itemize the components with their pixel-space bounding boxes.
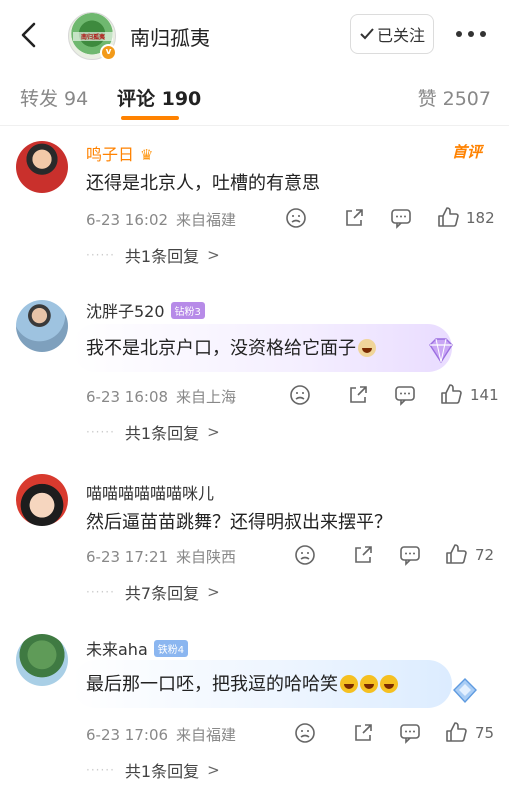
like-count: 182 [466,209,495,227]
thumbs-up-icon[interactable] [440,383,462,405]
commenter-avatar[interactable] [16,141,68,193]
reply-link[interactable]: ······ 共1条回复 > [86,243,220,267]
laugh-emoji-icon [340,675,358,693]
comment-text: 最后那一口呸，把我逗的哈哈笑 [86,670,398,696]
comment-meta: 6-23 17:21 来自陕西 [86,548,237,566]
commenter-avatar[interactable] [16,634,68,686]
tab-bar: 转发 94 评论 190 赞 2507 [0,70,509,126]
reply-link[interactable]: ······ 共1条回复 > [86,758,220,782]
author-name[interactable]: 南归孤夷 [130,22,210,51]
reply-link[interactable]: ······ 共7条回复 > [86,580,220,604]
avatar-logo-text: 南归孤夷 [73,32,113,41]
commenter-avatar[interactable] [16,300,68,352]
comment-icon[interactable] [399,722,421,744]
comment-icon[interactable] [399,544,421,566]
gem-icon [453,678,477,704]
laugh-emoji-icon [380,675,398,693]
commenter-avatar[interactable] [16,474,68,526]
top-bar: 南归孤夷 v 南归孤夷 已关注 [0,0,509,70]
commenter-name[interactable]: 沈胖子520 钻粉3 [86,298,205,322]
thumbs-up-icon[interactable] [445,721,467,743]
commenter-name[interactable]: 鸣子日 ♛ [86,141,153,165]
tab-indicator [121,116,179,120]
like-count: 72 [475,546,495,564]
comment-item: 鸣子日 ♛ 首评 还得是北京人，吐槽的有意思 6-23 16:02 来自福建 182… [0,127,509,277]
fan-badge: 铁粉4 [153,640,189,657]
commenter-name[interactable]: 未来aha 铁粉4 [86,636,189,660]
tab-repost[interactable]: 转发 94 [20,84,88,111]
dislike-icon[interactable] [285,207,307,229]
dislike-icon[interactable] [294,722,316,744]
thumbs-up-icon[interactable] [445,543,467,565]
laugh-emoji-icon [360,675,378,693]
comment-meta: 6-23 17:06 来自福建 [86,726,237,744]
follow-button[interactable]: 已关注 [350,14,434,54]
comment-meta: 6-23 16:02 来自福建 [86,211,237,229]
more-icon[interactable] [456,24,490,44]
back-arrow-icon[interactable] [14,20,44,50]
commenter-name[interactable]: 喵喵喵喵喵喵咪儿 [86,480,214,504]
fan-badge: 钻粉3 [170,302,205,319]
share-icon[interactable] [352,544,374,566]
comment-text: 然后逼苗苗跳舞？还得明叔出来摆平？ [86,512,392,533]
gem-icon [429,338,453,364]
crown-icon: ♛ [140,146,154,164]
share-icon[interactable] [352,722,374,744]
doge-emoji-icon [358,339,376,357]
comment-text: 我不是北京户口，没资格给它面子 [86,334,376,360]
tab-like[interactable]: 赞 2507 [418,84,491,111]
dislike-icon[interactable] [289,384,311,406]
comment-text: 还得是北京人，吐槽的有意思 [86,173,320,194]
like-count: 141 [470,386,499,404]
comment-icon[interactable] [394,384,416,406]
dislike-icon[interactable] [294,544,316,566]
follow-label: 已关注 [376,26,425,45]
share-icon[interactable] [347,384,369,406]
reply-link[interactable]: ······ 共1条回复 > [86,420,220,444]
comment-icon[interactable] [390,207,412,229]
comment-item: 未来aha 铁粉4 最后那一口呸，把我逗的哈哈笑 6-23 17:06 来自福建 7… [0,630,509,800]
check-icon [360,28,374,40]
verified-icon: v [100,44,117,61]
top-comment-tag: 首评 [452,143,483,161]
thumbs-up-icon[interactable] [437,206,459,228]
comment-meta: 6-23 16:08 来自上海 [86,388,237,406]
like-count: 75 [475,724,495,742]
share-icon[interactable] [343,207,365,229]
comment-item: 沈胖子520 钻粉3 我不是北京户口，没资格给它面子 6-23 16:08 来自上海… [0,290,509,443]
comment-item: 喵喵喵喵喵喵咪儿 然后逼苗苗跳舞？还得明叔出来摆平？ 6-23 17:21 来自陕… [0,470,509,610]
